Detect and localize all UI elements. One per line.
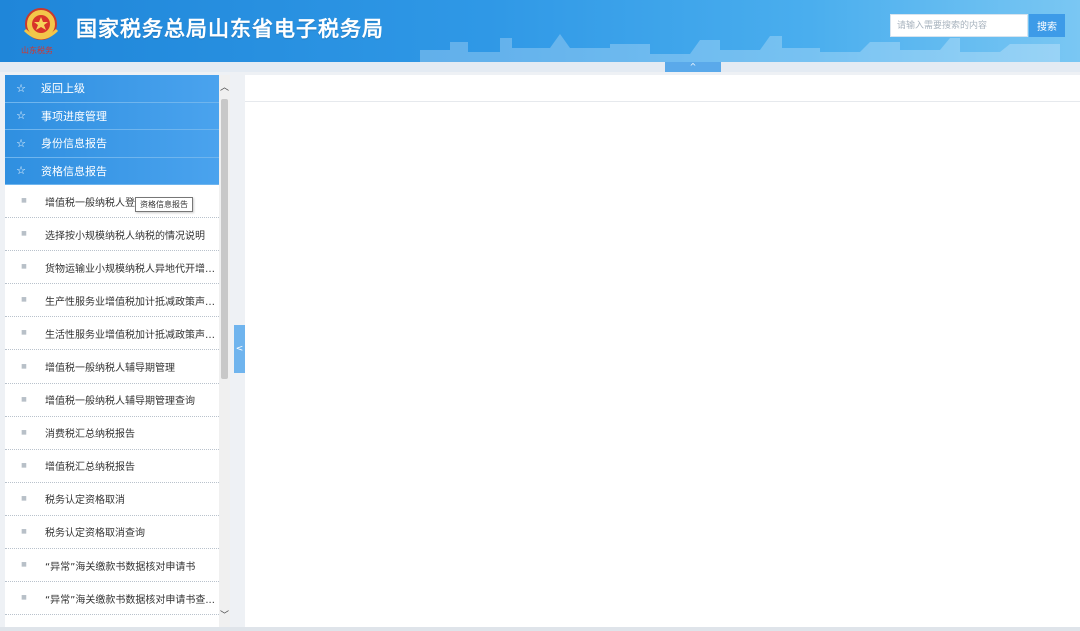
bullet-icon: ■	[21, 461, 27, 469]
menu-item[interactable]: ■ 生产性服务业增值税加计抵减政策声明...	[5, 284, 219, 318]
bullet-icon: ■	[21, 230, 27, 238]
star-outline-icon: ☆	[16, 136, 26, 150]
scroll-up-icon[interactable]: ︿	[219, 81, 230, 95]
menu-item[interactable]: ■ 选择按小规模纳税人纳税的情况说明	[5, 218, 219, 252]
scroll-down-icon[interactable]: ﹀	[219, 609, 230, 623]
search-button[interactable]: 搜索	[1029, 14, 1065, 37]
menu-header-back[interactable]: ☆ 返回上级	[5, 75, 219, 103]
tooltip: 资格信息报告	[135, 197, 193, 212]
bullet-icon: ■	[21, 494, 27, 502]
menu-header-label: 事项进度管理	[41, 109, 107, 123]
menu-item-label: “异常”海关缴款书数据核对申请书查...	[45, 594, 215, 606]
tax-emblem-icon[interactable]: 山东税务	[17, 6, 65, 56]
bullet-icon: ■	[21, 428, 27, 436]
menu-item[interactable]: ■ 增值税一般纳税人辅导期管理查询	[5, 384, 219, 417]
bullet-icon: ■	[21, 197, 27, 205]
menu-item[interactable]: ■ 增值税汇总纳税报告	[5, 450, 219, 483]
site-header: 山东税务 国家税务总局山东省电子税务局 搜索	[0, 0, 1080, 62]
scrollbar-thumb[interactable]	[221, 99, 228, 379]
bottom-strip	[0, 627, 1080, 631]
emblem-text: 山东税务	[21, 45, 53, 55]
menu-header-label: 身份信息报告	[41, 137, 107, 151]
sidebar-scrollbar[interactable]: ︿ ﹀	[219, 75, 230, 627]
bullet-icon: ■	[21, 296, 27, 304]
main-content-panel	[245, 75, 1080, 627]
menu-item-label: 增值税一般纳税人辅导期管理查询	[45, 396, 195, 408]
sidebar-menu: ☆ 返回上级 ☆ 事项进度管理 ☆ 身份信息报告 ☆ 资格信息报告 ■ 增值税一般…	[5, 75, 219, 616]
bullet-icon: ■	[21, 561, 27, 569]
bullet-icon: ■	[21, 329, 27, 337]
menu-item-label: 消费税汇总纳税报告	[45, 429, 135, 441]
chevron-up-icon: ^	[689, 62, 697, 71]
menu-item-label: “异常”海关缴款书数据核对申请书	[45, 561, 196, 573]
collapse-header-button[interactable]: ^	[665, 62, 721, 72]
menu-item[interactable]: ■ “异常”海关缴款书数据核对申请书查...	[5, 582, 219, 616]
menu-item[interactable]: ■ 税务认定资格取消查询	[5, 516, 219, 550]
menu-item[interactable]: ■ 税务认定资格取消	[5, 483, 219, 516]
bullet-icon: ■	[21, 527, 27, 535]
menu-item-label: 生产性服务业增值税加计抵减政策声明...	[45, 296, 217, 308]
bullet-icon: ■	[21, 395, 27, 403]
star-outline-icon: ☆	[16, 109, 26, 123]
menu-item-label: 生活性服务业增值税加计抵减政策声明...	[45, 329, 217, 341]
star-outline-icon: ☆	[16, 164, 26, 178]
menu-header-qualification[interactable]: ☆ 资格信息报告	[5, 157, 219, 185]
menu-item-label: 货物运输业小规模纳税人异地代开增值...	[45, 263, 217, 275]
menu-item[interactable]: ■ 消费税汇总纳税报告	[5, 417, 219, 450]
menu-item-label: 选择按小规模纳税人纳税的情况说明	[45, 230, 205, 242]
menu-item-label: 税务认定资格取消	[45, 495, 125, 507]
bullet-icon: ■	[21, 362, 27, 370]
menu-item-label: 税务认定资格取消查询	[45, 528, 145, 540]
menu-item[interactable]: ■ “异常”海关缴款书数据核对申请书	[5, 549, 219, 583]
sidebar: ☆ 返回上级 ☆ 事项进度管理 ☆ 身份信息报告 ☆ 资格信息报告 ■ 增值税一般…	[5, 75, 230, 627]
search-input[interactable]	[890, 14, 1028, 37]
menu-header-identity[interactable]: ☆ 身份信息报告	[5, 130, 219, 158]
main-tab-bar	[245, 75, 1080, 102]
star-outline-icon: ☆	[16, 81, 26, 95]
menu-item-label: 增值税一般纳税人辅导期管理	[45, 363, 175, 375]
menu-item[interactable]: ■ 生活性服务业增值税加计抵减政策声明...	[5, 317, 219, 351]
menu-header-label: 资格信息报告	[41, 164, 107, 178]
menu-header-progress[interactable]: ☆ 事项进度管理	[5, 102, 219, 130]
site-title: 国家税务总局山东省电子税务局	[76, 17, 384, 41]
bullet-icon: ■	[21, 594, 27, 602]
menu-item[interactable]: ■ 增值税一般纳税人辅导期管理	[5, 350, 219, 384]
menu-item-label: 增值税汇总纳税报告	[45, 462, 135, 474]
menu-header-label: 返回上级	[41, 82, 85, 96]
header-collapse-strip	[0, 62, 1080, 72]
sidebar-collapse-button[interactable]: <	[234, 325, 245, 373]
chevron-left-icon: <	[235, 344, 244, 354]
bullet-icon: ■	[21, 263, 27, 271]
menu-item[interactable]: ■ 货物运输业小规模纳税人异地代开增值...	[5, 251, 219, 285]
